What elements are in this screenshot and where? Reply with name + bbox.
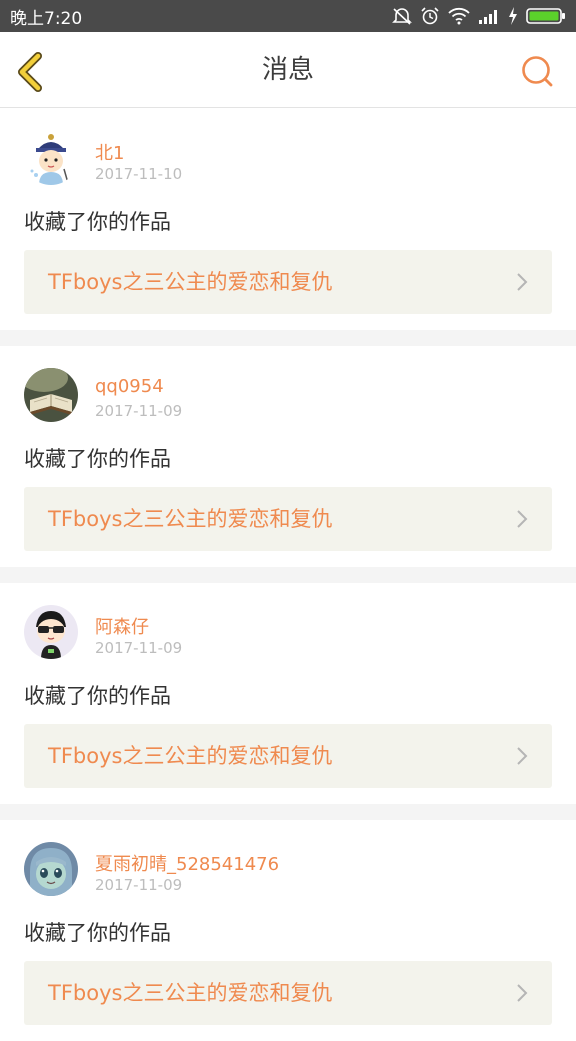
username[interactable]: 阿森仔 xyxy=(95,613,149,639)
work-link[interactable]: TFboys之三公主的爱恋和复仇 xyxy=(24,724,552,788)
user-avatar[interactable] xyxy=(24,842,78,896)
message-item: qq0954 2017-11-09 收藏了你的作品 TFboys之三公主的爱恋和… xyxy=(0,346,576,567)
status-icons xyxy=(392,6,566,26)
username[interactable]: 夏雨初晴_528541476 xyxy=(95,850,279,876)
action-text: 收藏了你的作品 xyxy=(24,447,171,471)
message-date: 2017-11-09 xyxy=(95,876,183,894)
action-text: 收藏了你的作品 xyxy=(24,210,171,234)
anime-girl-avatar-icon xyxy=(24,842,78,896)
user-avatar[interactable] xyxy=(24,605,78,659)
chevron-right-icon xyxy=(517,510,528,528)
message-date: 2017-11-09 xyxy=(95,639,183,657)
work-link[interactable]: TFboys之三公主的爱恋和复仇 xyxy=(24,961,552,1025)
action-text: 收藏了你的作品 xyxy=(24,684,171,708)
chevron-right-icon xyxy=(517,747,528,765)
username[interactable]: 北1 xyxy=(95,139,124,165)
alarm-icon xyxy=(420,6,440,26)
message-item: 夏雨初晴_528541476 2017-11-09 收藏了你的作品 TFboys… xyxy=(0,820,576,1041)
divider xyxy=(0,567,576,583)
open-book-avatar-icon xyxy=(24,368,78,422)
action-text: 收藏了你的作品 xyxy=(24,921,171,945)
message-date: 2017-11-10 xyxy=(95,165,183,183)
chevron-right-icon xyxy=(517,984,528,1002)
message-item: 北1 2017-11-10 收藏了你的作品 TFboys之三公主的爱恋和复仇 xyxy=(0,109,576,330)
work-link[interactable]: TFboys之三公主的爱恋和复仇 xyxy=(24,487,552,551)
cartoon-official-avatar-icon xyxy=(24,131,78,185)
message-list: 北1 2017-11-10 收藏了你的作品 TFboys之三公主的爱恋和复仇 q… xyxy=(0,109,576,1041)
work-title: TFboys之三公主的爱恋和复仇 xyxy=(48,507,333,531)
search-button[interactable] xyxy=(520,54,554,88)
page-title: 消息 xyxy=(261,55,314,85)
divider xyxy=(0,804,576,820)
divider xyxy=(0,330,576,346)
work-title: TFboys之三公主的爱恋和复仇 xyxy=(48,981,333,1005)
status-bar: 晚上7:20 xyxy=(0,0,576,32)
message-item: 阿森仔 2017-11-09 收藏了你的作品 TFboys之三公主的爱恋和复仇 xyxy=(0,583,576,804)
sunglasses-cartoon-avatar-icon xyxy=(24,605,78,659)
charging-icon xyxy=(508,7,518,25)
username[interactable]: qq0954 xyxy=(95,376,164,397)
work-title: TFboys之三公主的爱恋和复仇 xyxy=(48,744,333,768)
status-time: 晚上7:20 xyxy=(10,8,83,29)
silent-icon xyxy=(392,7,412,25)
work-title: TFboys之三公主的爱恋和复仇 xyxy=(48,270,333,294)
signal-icon xyxy=(478,8,500,24)
chevron-right-icon xyxy=(517,273,528,291)
wifi-icon xyxy=(448,7,470,25)
battery-icon xyxy=(526,7,566,25)
user-avatar[interactable] xyxy=(24,368,78,422)
user-avatar[interactable] xyxy=(24,131,78,185)
header-bar: 消息 xyxy=(0,32,576,108)
search-icon xyxy=(522,56,553,87)
work-link[interactable]: TFboys之三公主的爱恋和复仇 xyxy=(24,250,552,314)
message-date: 2017-11-09 xyxy=(95,402,183,420)
